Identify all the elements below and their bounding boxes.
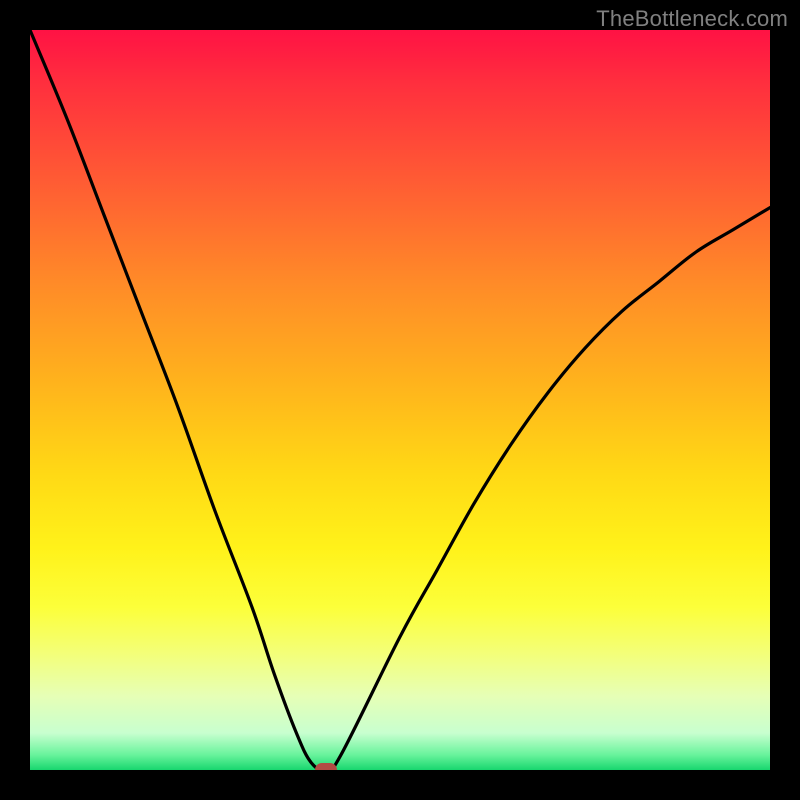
curve-layer: [30, 30, 770, 770]
bottleneck-curve: [30, 30, 770, 770]
watermark-text: TheBottleneck.com: [596, 6, 788, 32]
optimum-marker: [315, 763, 337, 770]
chart-frame: TheBottleneck.com: [0, 0, 800, 800]
plot-area: [30, 30, 770, 770]
